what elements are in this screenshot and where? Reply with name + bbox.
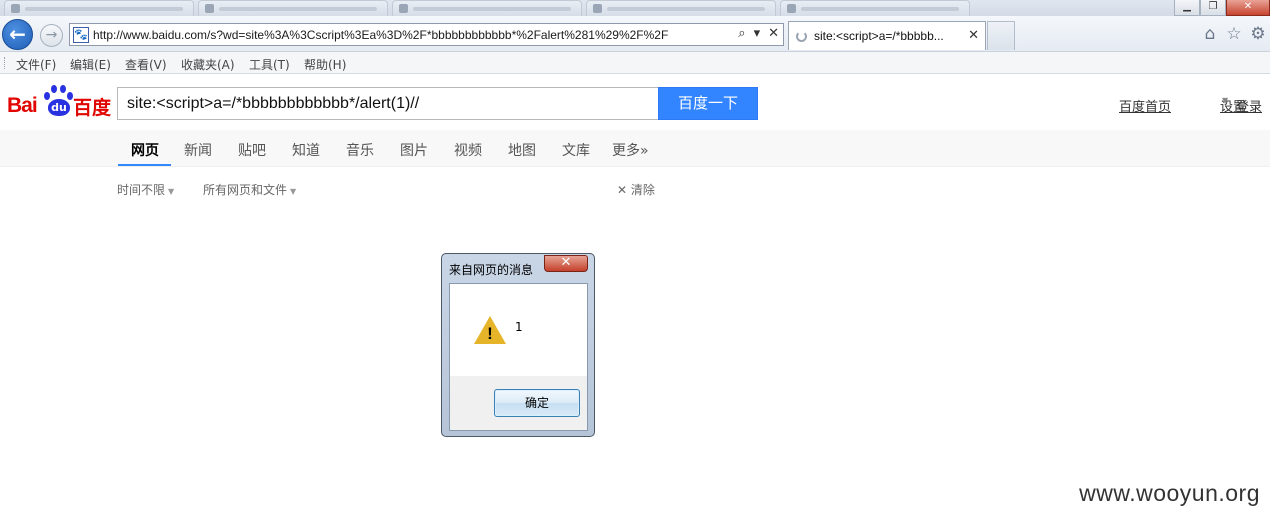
dialog-body: ! 1 确定 [449, 283, 588, 431]
new-tab-button[interactable] [987, 21, 1015, 50]
favorites-star-icon[interactable]: ☆ [1224, 24, 1244, 44]
tab-map[interactable]: 地图 [508, 140, 536, 160]
dialog-message: 1 [515, 320, 523, 334]
baidu-home-link[interactable]: 百度首页 [1119, 96, 1171, 115]
search-icon[interactable]: ⌕ [738, 26, 745, 41]
tab-title-blurred [25, 7, 183, 11]
background-tab[interactable] [780, 0, 970, 16]
alert-dialog: 来自网页的消息 ✕ ! 1 确定 [441, 253, 595, 437]
forward-button[interactable]: → [40, 24, 63, 47]
tab-video[interactable]: 视频 [454, 140, 482, 160]
menu-edit[interactable]: 编辑(E) [70, 56, 111, 73]
background-tab[interactable] [586, 0, 776, 16]
chevron-down-icon: ▼ [168, 187, 175, 196]
time-filter-label: 时间不限 [117, 183, 166, 197]
login-link[interactable]: 登录 [1236, 96, 1262, 115]
chevron-down-icon: ▼ [1222, 96, 1229, 105]
minimize-button[interactable]: ▁ [1174, 0, 1200, 16]
window-close-button[interactable]: ✕ [1226, 0, 1270, 16]
clear-label: 清除 [630, 183, 655, 197]
menu-tools[interactable]: 工具(T) [249, 56, 290, 73]
settings-gear-icon[interactable]: ⚙ [1248, 24, 1268, 44]
paw-pad: du [48, 99, 70, 116]
tab-images[interactable]: 图片 [400, 140, 428, 160]
tab-zhidao[interactable]: 知道 [292, 140, 320, 160]
time-filter[interactable]: 时间不限 ▼ [117, 181, 174, 198]
dialog-title: 来自网页的消息 [449, 263, 534, 277]
window-title-bar: ▁ ❐ ✕ [0, 0, 1270, 16]
tab-title-blurred [219, 7, 377, 11]
menu-favorites[interactable]: 收藏夹(A) [181, 56, 235, 73]
tab-web[interactable]: 网页 [131, 140, 159, 160]
background-tab[interactable] [4, 0, 194, 16]
tab-favicon [11, 4, 20, 13]
search-input[interactable]: site:<script>a=/*bbbbbbbbbbbb*/alert(1)/… [117, 87, 658, 120]
paw-toe [60, 85, 66, 93]
clear-filter[interactable]: ✕ 清除 [617, 181, 655, 198]
baidu-header: Bai du 百度 site:<script>a=/*bbbbbbbbbbbb*… [0, 75, 1270, 130]
tab-wenku[interactable]: 文库 [562, 140, 590, 160]
window-controls: ▁ ❐ ✕ [1174, 0, 1270, 16]
warning-exclamation: ! [487, 324, 493, 343]
baidu-favicon-icon: 🐾 [73, 27, 89, 43]
dialog-close-button[interactable]: ✕ [544, 255, 588, 272]
tab-title-blurred [607, 7, 765, 11]
type-filter[interactable]: 所有网页和文件 ▼ [203, 181, 296, 198]
warning-icon: ! [474, 316, 508, 346]
menu-bar: 文件(F) 编辑(E) 查看(V) 收藏夹(A) 工具(T) 帮助(H) [0, 52, 1270, 74]
logo-chinese-text: 百度 [73, 97, 112, 119]
browser-toolbar: ⌂ ☆ ⚙ [1200, 24, 1268, 44]
active-tab-indicator [118, 164, 171, 166]
tab-tieba[interactable]: 贴吧 [238, 140, 266, 160]
tab-favicon [787, 4, 796, 13]
close-icon: ✕ [617, 183, 631, 197]
address-tools: ⌕ ▾ ✕ [738, 26, 779, 41]
search-tabs: 网页 新闻 贴吧 知道 音乐 图片 视频 地图 文库 更多» [0, 130, 1270, 167]
tab-favicon [399, 4, 408, 13]
tab-title-blurred [413, 7, 571, 11]
ok-button[interactable]: 确定 [494, 389, 580, 417]
active-tab[interactable]: site:<script>a=/*bbbbb... ✕ [788, 21, 986, 50]
paw-toe [44, 92, 50, 100]
menu-file[interactable]: 文件(F) [16, 56, 56, 73]
menu-help[interactable]: 帮助(H) [304, 56, 346, 73]
stop-icon[interactable]: ✕ [768, 26, 779, 41]
address-url[interactable]: http://www.baidu.com/s?wd=site%3A%3Cscri… [93, 28, 668, 42]
back-arrow-icon: ← [9, 22, 26, 46]
address-bar[interactable]: 🐾 http://www.baidu.com/s?wd=site%3A%3Csc… [69, 23, 784, 46]
dropdown-icon[interactable]: ▾ [754, 26, 761, 41]
chevron-down-icon: ▼ [290, 187, 297, 196]
tab-more[interactable]: 更多» [612, 140, 649, 160]
tab-favicon [205, 4, 214, 13]
search-button[interactable]: 百度一下 [658, 87, 758, 120]
background-tab[interactable] [198, 0, 388, 16]
paw-icon: du [43, 85, 74, 116]
tab-news[interactable]: 新闻 [184, 140, 212, 160]
tab-title-blurred [801, 7, 959, 11]
paw-toe [51, 85, 57, 93]
navigation-bar: ← → 🐾 http://www.baidu.com/s?wd=site%3A%… [0, 16, 1270, 52]
logo-latin-text: Bai [7, 94, 38, 117]
tab-music[interactable]: 音乐 [346, 140, 374, 160]
watermark: www.wooyun.org [1079, 480, 1260, 506]
background-tab[interactable] [392, 0, 582, 16]
baidu-logo[interactable]: Bai du 百度 [7, 83, 111, 119]
menu-view[interactable]: 查看(V) [125, 56, 167, 73]
back-button[interactable]: ← [2, 19, 33, 50]
loading-spinner-icon [796, 31, 807, 42]
active-tab-title: site:<script>a=/*bbbbb... [814, 29, 944, 43]
type-filter-label: 所有网页和文件 [203, 183, 288, 197]
home-icon[interactable]: ⌂ [1200, 24, 1220, 44]
restore-button[interactable]: ❐ [1200, 0, 1226, 16]
tab-favicon [593, 4, 602, 13]
toolbar-grip[interactable] [4, 57, 7, 69]
tab-close-icon[interactable]: ✕ [968, 28, 979, 43]
forward-arrow-icon: → [45, 27, 58, 43]
